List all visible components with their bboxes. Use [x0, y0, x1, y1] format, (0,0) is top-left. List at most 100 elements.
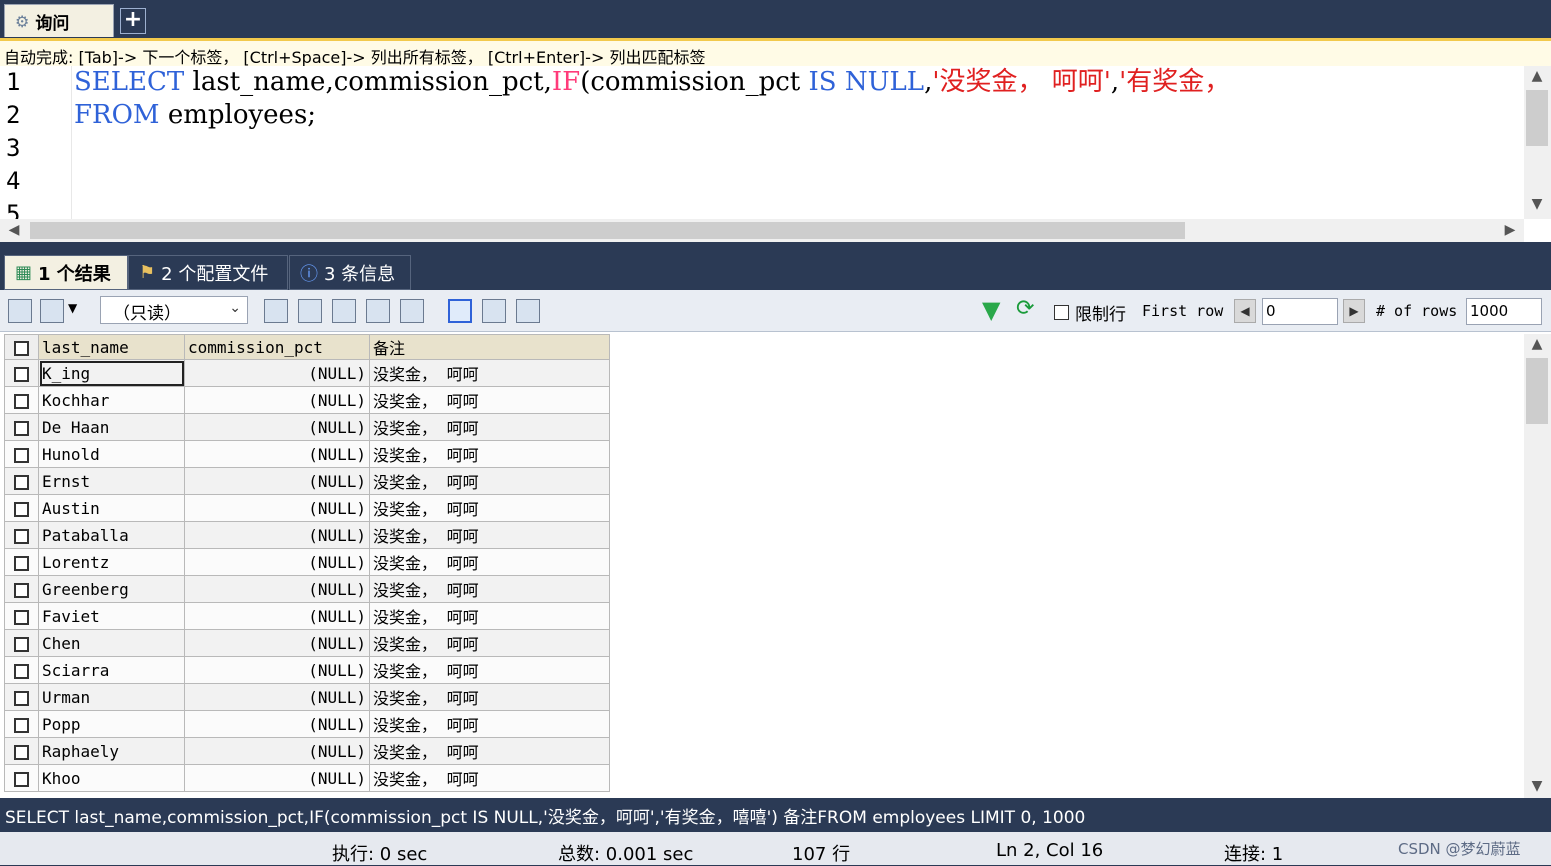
sql-editor[interactable]: 1 2 3 4 5 SELECT last_name,commission_pc…	[0, 66, 1551, 242]
scroll-down-icon[interactable]: ▼	[1527, 196, 1547, 212]
duplicate-row-icon[interactable]	[298, 299, 322, 323]
code-area[interactable]: SELECT last_name,commission_pct,IF(commi…	[74, 66, 1524, 219]
save-icon[interactable]	[332, 299, 356, 323]
cell-remark[interactable]: 没奖金， 呵呵	[369, 602, 610, 630]
row-checkbox[interactable]	[4, 737, 39, 765]
tab-profile[interactable]: ⚑ 2 个配置文件	[128, 255, 288, 290]
cell-last-name[interactable]: Faviet	[38, 602, 185, 630]
table-row[interactable]: Pataballa (NULL) 没奖金， 呵呵	[4, 521, 610, 549]
cell-last-name[interactable]: Hunold	[38, 440, 185, 468]
table-row[interactable]: Raphaely (NULL) 没奖金， 呵呵	[4, 737, 610, 765]
cell-remark[interactable]: 没奖金， 呵呵	[369, 764, 610, 792]
cell-last-name[interactable]: De Haan	[38, 413, 185, 441]
grid-view-icon[interactable]	[448, 299, 472, 323]
refresh-icon[interactable]: ⟳	[1016, 296, 1034, 321]
row-checkbox[interactable]	[4, 656, 39, 684]
table-row[interactable]: Hunold (NULL) 没奖金， 呵呵	[4, 440, 610, 468]
cell-remark[interactable]: 没奖金， 呵呵	[369, 683, 610, 711]
cell-last-name[interactable]: Chen	[38, 629, 185, 657]
table-row[interactable]: Austin (NULL) 没奖金， 呵呵	[4, 494, 610, 522]
table-row[interactable]: Urman (NULL) 没奖金， 呵呵	[4, 683, 610, 711]
cell-commission-pct[interactable]: (NULL)	[184, 548, 370, 576]
editor-vertical-scrollbar[interactable]: ▲ ▼	[1524, 66, 1551, 219]
table-row[interactable]: K_ing (NULL) 没奖金， 呵呵	[4, 359, 610, 387]
cell-commission-pct[interactable]: (NULL)	[184, 656, 370, 684]
cell-remark[interactable]: 没奖金， 呵呵	[369, 359, 610, 387]
cell-commission-pct[interactable]: (NULL)	[184, 521, 370, 549]
column-header[interactable]: 备注	[369, 334, 610, 360]
cell-remark[interactable]: 没奖金， 呵呵	[369, 386, 610, 414]
add-tab-button[interactable]: +	[120, 8, 146, 34]
num-rows-input[interactable]: 1000	[1466, 298, 1542, 325]
cell-remark[interactable]: 没奖金， 呵呵	[369, 521, 610, 549]
cell-commission-pct[interactable]: (NULL)	[184, 737, 370, 765]
cell-last-name[interactable]: Khoo	[38, 764, 185, 792]
text-view-icon[interactable]	[516, 299, 540, 323]
cell-last-name[interactable]: Urman	[38, 683, 185, 711]
table-row[interactable]: Ernst (NULL) 没奖金， 呵呵	[4, 467, 610, 495]
column-header[interactable]: commission_pct	[184, 334, 370, 360]
cell-remark[interactable]: 没奖金， 呵呵	[369, 575, 610, 603]
row-checkbox[interactable]	[4, 494, 39, 522]
cell-last-name[interactable]: K_ing	[38, 359, 185, 387]
cell-last-name[interactable]: Kochhar	[38, 386, 185, 414]
cell-last-name[interactable]: Sciarra	[38, 656, 185, 684]
delete-icon[interactable]	[366, 299, 390, 323]
row-checkbox[interactable]	[4, 386, 39, 414]
next-page-icon[interactable]: ▶	[1343, 299, 1365, 323]
cell-remark[interactable]: 没奖金， 呵呵	[369, 710, 610, 738]
tab-results[interactable]: ▦ 1 个结果	[4, 255, 128, 290]
cell-remark[interactable]: 没奖金， 呵呵	[369, 494, 610, 522]
row-checkbox[interactable]	[4, 359, 39, 387]
cell-commission-pct[interactable]: (NULL)	[184, 683, 370, 711]
row-checkbox[interactable]	[4, 764, 39, 792]
row-checkbox[interactable]	[4, 440, 39, 468]
select-all-checkbox[interactable]	[4, 334, 39, 360]
scroll-up-icon[interactable]: ▲	[1527, 68, 1547, 84]
table-row[interactable]: Lorentz (NULL) 没奖金， 呵呵	[4, 548, 610, 576]
cell-commission-pct[interactable]: (NULL)	[184, 467, 370, 495]
cell-commission-pct[interactable]: (NULL)	[184, 440, 370, 468]
table-row[interactable]: Kochhar (NULL) 没奖金， 呵呵	[4, 386, 610, 414]
cell-commission-pct[interactable]: (NULL)	[184, 710, 370, 738]
table-row[interactable]: Popp (NULL) 没奖金， 呵呵	[4, 710, 610, 738]
cell-remark[interactable]: 没奖金， 呵呵	[369, 737, 610, 765]
cell-last-name[interactable]: Pataballa	[38, 521, 185, 549]
column-header[interactable]: last_name	[38, 334, 185, 360]
table-row[interactable]: De Haan (NULL) 没奖金， 呵呵	[4, 413, 610, 441]
grid-options-icon[interactable]	[40, 299, 64, 323]
cell-last-name[interactable]: Greenberg	[38, 575, 185, 603]
limit-rows-checkbox[interactable]	[1054, 302, 1069, 321]
cell-remark[interactable]: 没奖金， 呵呵	[369, 629, 610, 657]
previous-page-icon[interactable]: ◀	[1234, 299, 1256, 323]
row-checkbox[interactable]	[4, 467, 39, 495]
row-checkbox[interactable]	[4, 521, 39, 549]
insert-row-icon[interactable]	[264, 299, 288, 323]
cell-commission-pct[interactable]: (NULL)	[184, 602, 370, 630]
first-row-input[interactable]: 0	[1262, 298, 1338, 325]
query-tab[interactable]: ⚙ 询问	[4, 4, 114, 37]
cell-commission-pct[interactable]: (NULL)	[184, 494, 370, 522]
row-checkbox[interactable]	[4, 710, 39, 738]
cell-commission-pct[interactable]: (NULL)	[184, 575, 370, 603]
cell-remark[interactable]: 没奖金， 呵呵	[369, 467, 610, 495]
table-row[interactable]: Greenberg (NULL) 没奖金， 呵呵	[4, 575, 610, 603]
scroll-thumb[interactable]	[1526, 358, 1548, 424]
row-checkbox[interactable]	[4, 602, 39, 630]
cell-last-name[interactable]: Ernst	[38, 467, 185, 495]
scroll-right-icon[interactable]: ▶	[1500, 222, 1520, 238]
tab-info[interactable]: ⓘ 3 条信息	[289, 255, 411, 290]
chevron-down-icon[interactable]: ▼	[68, 301, 77, 315]
row-checkbox[interactable]	[4, 629, 39, 657]
cell-last-name[interactable]: Austin	[38, 494, 185, 522]
cell-remark[interactable]: 没奖金， 呵呵	[369, 656, 610, 684]
row-checkbox[interactable]	[4, 413, 39, 441]
cell-commission-pct[interactable]: (NULL)	[184, 413, 370, 441]
table-row[interactable]: Chen (NULL) 没奖金， 呵呵	[4, 629, 610, 657]
scroll-up-icon[interactable]: ▲	[1527, 336, 1547, 352]
cell-last-name[interactable]: Raphaely	[38, 737, 185, 765]
editor-horizontal-scrollbar[interactable]: ◀ ▶	[0, 219, 1524, 242]
row-checkbox[interactable]	[4, 548, 39, 576]
scroll-left-icon[interactable]: ◀	[4, 222, 24, 238]
grid-export-icon[interactable]	[8, 299, 32, 323]
